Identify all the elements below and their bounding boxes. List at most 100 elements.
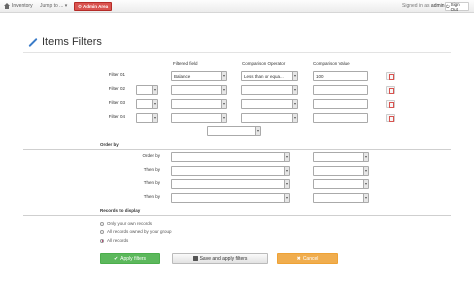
filter-field-select[interactable] (171, 85, 227, 95)
records-option-label: All records (107, 238, 129, 243)
chevron-down-icon (152, 100, 157, 108)
radio-button[interactable] (100, 221, 104, 226)
filter-label: Filter 04 (108, 114, 125, 119)
filter-operator-value: Less than or equa... (244, 74, 284, 79)
signed-in-prefix: Signed in as (402, 3, 430, 9)
filter-label: Filter 01 (108, 72, 125, 77)
save-and-apply-label: Save and apply filters (199, 255, 248, 262)
apply-filters-label: Apply filters (120, 255, 147, 262)
delete-filter-button[interactable] (386, 86, 395, 94)
chevron-down-icon (255, 127, 260, 135)
filter-conjunction-select[interactable] (136, 99, 158, 109)
comparison-value-header: Comparison Value (313, 61, 350, 66)
brand-label: Inventory (12, 3, 33, 9)
order-by-divider (23, 149, 451, 150)
chevron-down-icon (284, 153, 289, 161)
sign-out-button[interactable]: ⏻ Sign Out (445, 1, 469, 12)
admin-area-label: Admin Area (83, 4, 109, 9)
order-row-label: Order by (142, 153, 160, 158)
filter-value-input[interactable] (313, 99, 368, 109)
logout-icon: ⏻ (446, 4, 450, 9)
add-filter-select[interactable] (207, 126, 261, 136)
filter-value-input[interactable] (313, 113, 368, 123)
brand-link[interactable]: Inventory (4, 3, 33, 9)
records-option-group[interactable]: All records owned by your group (100, 229, 172, 234)
chevron-down-icon (221, 72, 226, 80)
chevron-down-icon (363, 167, 368, 175)
delete-filter-button[interactable] (386, 114, 395, 122)
order-field-select[interactable] (171, 166, 290, 176)
chevron-down-icon (363, 194, 368, 202)
filter-field-value: Balance (174, 74, 191, 79)
chevron-down-icon (221, 114, 226, 122)
filtered-field-header: Filtered field (173, 61, 198, 66)
records-option-label: All records owned by your group (107, 229, 172, 234)
filter-value-input[interactable] (313, 85, 368, 95)
chevron-down-icon (292, 100, 297, 108)
records-section-title: Records to display (100, 208, 141, 213)
username[interactable]: admin (431, 3, 445, 9)
filter-label: Filter 02 (108, 86, 125, 91)
pencil-icon (28, 37, 38, 47)
chevron-down-icon (284, 167, 289, 175)
save-icon (192, 256, 198, 261)
filter-conjunction-select[interactable] (136, 85, 158, 95)
filter-operator-select[interactable] (241, 99, 298, 109)
admin-area-button[interactable]: ⚙ Admin Area (74, 2, 113, 11)
radio-button[interactable] (100, 229, 104, 234)
order-field-select[interactable] (171, 152, 290, 162)
chevron-down-icon (152, 114, 157, 122)
order-field-select[interactable] (171, 193, 290, 203)
order-direction-select[interactable] (313, 166, 369, 176)
filter-field-select[interactable]: Balance (171, 71, 227, 81)
records-option-own[interactable]: Only your own records (100, 221, 152, 226)
chevron-down-icon (292, 114, 297, 122)
cancel-button[interactable]: ✖ Cancel (277, 253, 338, 264)
chevron-down-icon (292, 86, 297, 94)
title-divider (23, 52, 451, 53)
order-field-select[interactable] (171, 179, 290, 189)
order-direction-select[interactable] (313, 152, 369, 162)
jump-to-label: Jump to ... (40, 3, 64, 9)
records-option-all[interactable]: All records (100, 238, 128, 243)
order-by-section-title: Order by (100, 142, 119, 147)
cancel-label: Cancel (302, 255, 319, 262)
home-icon (4, 3, 10, 9)
cog-icon: ⚙ (78, 3, 83, 9)
delete-filter-button[interactable] (386, 72, 395, 80)
chevron-down-icon (152, 86, 157, 94)
comparison-operator-header: Comparison Operator (242, 61, 286, 66)
jump-to-menu[interactable]: Jump to ... ▾ (40, 3, 67, 9)
close-icon: ✖ (296, 255, 301, 262)
apply-filters-button[interactable]: ✔ Apply filters (100, 253, 160, 264)
chevron-down-icon (284, 180, 289, 188)
records-option-label: Only your own records (107, 221, 153, 226)
caret-down-icon: ▾ (64, 3, 68, 9)
radio-button-selected[interactable] (100, 238, 104, 243)
filter-operator-select[interactable] (241, 85, 298, 95)
filter-operator-select[interactable]: Less than or equa... (241, 71, 298, 81)
filter-conjunction-select[interactable] (136, 113, 158, 123)
save-and-apply-button[interactable]: Save and apply filters (172, 253, 268, 264)
page-title-text: Items Filters (42, 36, 102, 48)
signed-in-text: Signed in as admin (402, 3, 445, 9)
chevron-down-icon (363, 153, 368, 161)
order-direction-select[interactable] (313, 193, 369, 203)
chevron-down-icon (363, 180, 368, 188)
chevron-down-icon (292, 72, 297, 80)
order-direction-select[interactable] (313, 179, 369, 189)
order-row-label: Then by (143, 194, 160, 199)
filter-field-select[interactable] (171, 113, 227, 123)
sign-out-label: Sign Out (450, 1, 460, 12)
filter-field-select[interactable] (171, 99, 227, 109)
chevron-down-icon (284, 194, 289, 202)
filter-operator-select[interactable] (241, 113, 298, 123)
delete-filter-button[interactable] (386, 100, 395, 108)
top-navbar: Inventory Jump to ... ▾ ⚙ Admin Area Sig… (0, 0, 474, 13)
order-row-label: Then by (143, 167, 160, 172)
records-divider (23, 215, 451, 216)
filter-label: Filter 03 (108, 100, 125, 105)
chevron-down-icon (221, 86, 226, 94)
chevron-down-icon (221, 100, 226, 108)
filter-value-input[interactable]: 100 (313, 71, 368, 81)
